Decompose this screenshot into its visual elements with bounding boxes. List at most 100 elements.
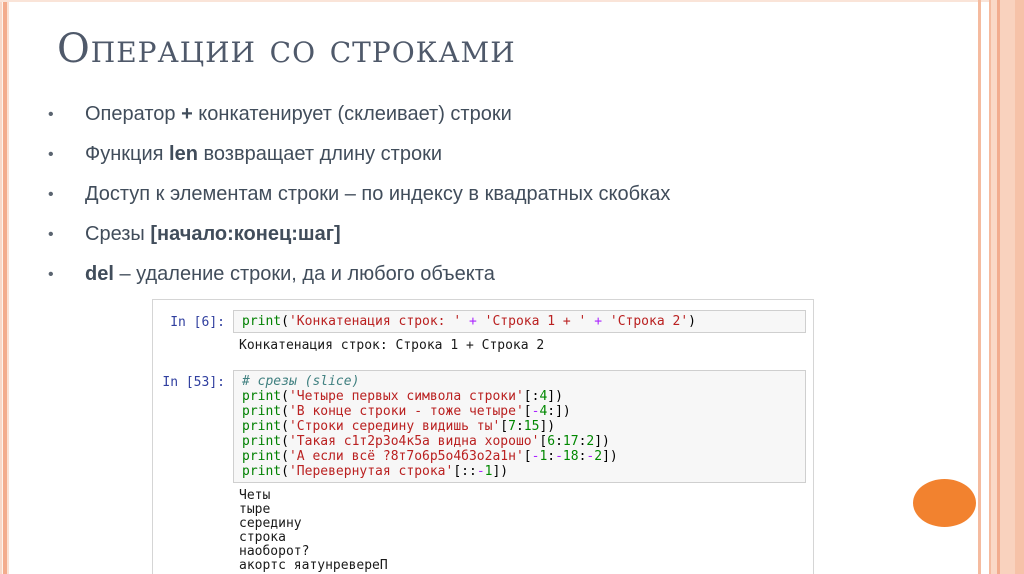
code-token: 'Строка 2' bbox=[609, 314, 689, 329]
notebook-screenshot: In [6]: print('Конкатенация строк: ' + 'С… bbox=[152, 299, 814, 574]
code-token: # срезы (slice) bbox=[242, 374, 360, 389]
bullet-dot-icon: • bbox=[48, 266, 54, 283]
list-item: • Оператор + конкатенирует (склеивает) ст… bbox=[48, 104, 848, 124]
code-token: 'Такая с1т2р3о4к5а видна хорошо' bbox=[288, 434, 540, 449]
code-line: print('В конце строки - тоже четыре'[-4:… bbox=[242, 404, 797, 419]
code-line: print('Такая с1т2р3о4к5а видна хорошо'[6… bbox=[242, 434, 797, 449]
code-token: ]) bbox=[594, 434, 610, 449]
cell-output: Четы тыре середину строка наоборот? акор… bbox=[239, 488, 388, 573]
bullet-list: • Оператор + конкатенирует (склеивает) ст… bbox=[48, 104, 848, 304]
right-border-band bbox=[989, 0, 1024, 574]
code-token: : bbox=[547, 449, 556, 464]
code-token: 'Конкатенация строк: ' bbox=[288, 314, 462, 329]
code-token: 'Четыре первых символа строки' bbox=[288, 389, 524, 404]
bullet-text-segment: len bbox=[169, 143, 198, 165]
code-token: print bbox=[242, 404, 282, 419]
bullet-text-segment: Доступ к элементам строки – по индексу в… bbox=[85, 183, 671, 205]
code-token: print bbox=[242, 389, 282, 404]
code-token: 18 bbox=[562, 449, 579, 464]
code-token: 'Строка 1 + ' bbox=[484, 314, 587, 329]
code-token: ( bbox=[281, 419, 289, 434]
code-token: print bbox=[242, 314, 282, 329]
code-token: print bbox=[242, 419, 282, 434]
bullet-text-segment: + bbox=[181, 103, 193, 125]
code-token: ( bbox=[281, 314, 289, 329]
code-line: print('А если всё ?8т7о6р5о4б3о2а1н'[-1:… bbox=[242, 449, 797, 464]
code-token: print bbox=[242, 434, 282, 449]
cell-prompt: In [53]: bbox=[162, 375, 225, 390]
code-token: [:: bbox=[453, 464, 477, 479]
bullet-text: Срезы [начало:конец:шаг] bbox=[85, 223, 341, 245]
list-item: • Срезы [начало:конец:шаг] bbox=[48, 224, 848, 244]
code-token: ( bbox=[281, 389, 289, 404]
code-token: print bbox=[242, 464, 282, 479]
page-title: Операции со строками bbox=[57, 26, 516, 72]
cell-input-area: # срезы (slice) print('Четыре первых симв… bbox=[233, 370, 806, 483]
code-token: [: bbox=[523, 389, 540, 404]
bullet-text-segment: del bbox=[85, 263, 114, 285]
list-item: • del – удаление строки, да и любого объе… bbox=[48, 264, 848, 284]
list-item: • Доступ к элементам строки – по индексу … bbox=[48, 184, 848, 204]
code-token: : bbox=[555, 434, 563, 449]
code-token: ( bbox=[281, 464, 289, 479]
bullet-text-segment: возвращает длину строки bbox=[197, 143, 443, 165]
code-token: - bbox=[555, 449, 563, 464]
top-border-line bbox=[0, 0, 1024, 2]
code-token: 'Строки середину видишь ты' bbox=[288, 419, 501, 434]
bullet-text-segment: конкатенирует (склеивает) строки bbox=[192, 103, 512, 125]
right-border-line bbox=[978, 0, 981, 574]
left-border-stripe bbox=[0, 0, 9, 574]
bullet-dot-icon: • bbox=[48, 226, 54, 243]
code-line: print('Строки середину видишь ты'[7:15]) bbox=[242, 419, 797, 434]
notebook-cell: In [53]: # срезы (slice) print('Четыре пер… bbox=[153, 370, 813, 483]
code-line: # срезы (slice) bbox=[242, 374, 797, 389]
bullet-text: Оператор + конкатенирует (склеивает) стр… bbox=[85, 103, 512, 125]
code-line: print('Четыре первых символа строки'[:4]… bbox=[242, 389, 797, 404]
list-item: • Функция len возвращает длину строки bbox=[48, 144, 848, 164]
cell-output: Конкатенация строк: Строка 1 + Строка 2 bbox=[239, 338, 545, 353]
bullet-text-segment: Оператор bbox=[85, 103, 182, 125]
code-line: print('Конкатенация строк: ' + 'Строка 1… bbox=[242, 314, 797, 329]
notebook-cell: In [6]: print('Конкатенация строк: ' + 'С… bbox=[153, 310, 813, 333]
bullet-dot-icon: • bbox=[48, 186, 54, 203]
code-token: ( bbox=[281, 404, 289, 419]
code-token: - bbox=[476, 464, 485, 479]
bullet-text: Функция len возвращает длину строки bbox=[85, 143, 442, 165]
code-token: ]) bbox=[547, 389, 563, 404]
code-line: print('Перевернутая строка'[::-1]) bbox=[242, 464, 797, 479]
bullet-dot-icon: • bbox=[48, 106, 54, 123]
cell-input-area: print('Конкатенация строк: ' + 'Строка 1… bbox=[233, 310, 806, 333]
code-token: 'В конце строки - тоже четыре' bbox=[288, 404, 524, 419]
code-token: 17 bbox=[562, 434, 579, 449]
cell-prompt: In [6]: bbox=[170, 315, 225, 330]
code-token: :]) bbox=[547, 404, 571, 419]
code-token: 'А если всё ?8т7о6р5о4б3о2а1н' bbox=[288, 449, 524, 464]
code-token: 6 bbox=[547, 434, 556, 449]
code-token: ( bbox=[281, 434, 289, 449]
code-token: [ bbox=[523, 404, 532, 419]
bullet-text-segment: Срезы bbox=[85, 223, 151, 245]
code-token: print bbox=[242, 449, 282, 464]
code-token: ]) bbox=[602, 449, 618, 464]
slide: Операции со строками • Оператор + конкате… bbox=[0, 0, 1024, 574]
code-token: ]) bbox=[492, 464, 509, 479]
code-token: ( bbox=[281, 449, 289, 464]
code-token: ) bbox=[688, 314, 696, 329]
code-token: [ bbox=[500, 419, 509, 434]
bullet-text: del – удаление строки, да и любого объек… bbox=[85, 263, 495, 285]
code-token: + bbox=[461, 314, 485, 329]
code-token: 'Перевернутая строка' bbox=[288, 464, 454, 479]
bullet-text: Доступ к элементам строки – по индексу в… bbox=[85, 183, 670, 205]
code-token: 7 bbox=[508, 419, 516, 434]
bullet-text-segment: Функция bbox=[85, 143, 170, 165]
bullet-text-segment: [начало:конец:шаг] bbox=[150, 223, 341, 245]
code-token: : bbox=[515, 419, 524, 434]
bullet-text-segment: – удаление строки, да и любого объекта bbox=[113, 263, 495, 285]
code-token: 2 bbox=[594, 449, 603, 464]
decor-ellipse bbox=[913, 479, 976, 527]
bullet-dot-icon: • bbox=[48, 146, 54, 163]
code-token: ]) bbox=[539, 419, 556, 434]
code-token: + bbox=[586, 314, 610, 329]
code-token: 15 bbox=[523, 419, 540, 434]
code-token: [ bbox=[523, 449, 532, 464]
